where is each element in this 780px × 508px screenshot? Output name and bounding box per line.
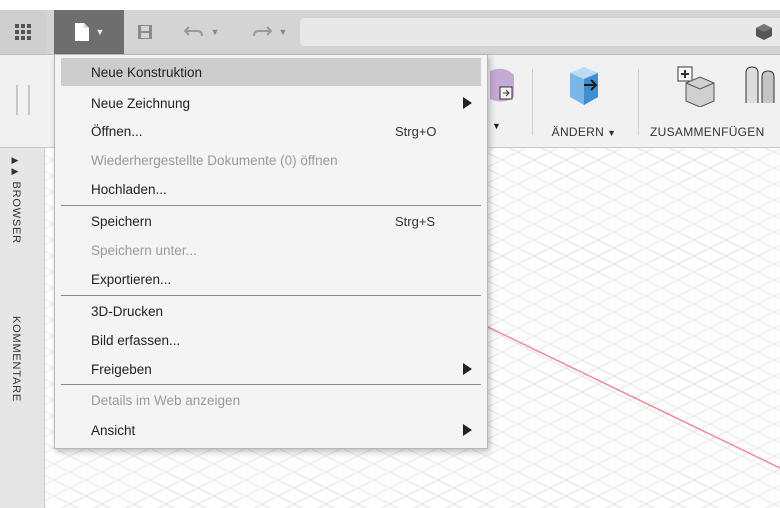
menu-item-export[interactable]: Exportieren... xyxy=(61,265,481,293)
menu-separator xyxy=(61,205,481,206)
menu-item-label: Neue Konstruktion xyxy=(91,64,203,80)
menu-item-shortcut: Strg+O xyxy=(395,123,437,139)
menu-separator xyxy=(61,295,481,296)
menu-separator xyxy=(61,384,481,385)
new-component-icon xyxy=(677,66,715,107)
save-button[interactable] xyxy=(130,10,160,54)
menu-item-open[interactable]: Öffnen... Strg+O xyxy=(61,117,481,145)
quick-access-toolbar: ▼ ▼ ▼ xyxy=(0,10,780,55)
menu-item-view[interactable]: Ansicht xyxy=(61,416,481,444)
menu-item-new-drawing[interactable]: Neue Zeichnung xyxy=(61,89,481,117)
create-form-icon xyxy=(490,68,514,102)
data-panel-cube-button[interactable] xyxy=(748,10,780,54)
submenu-arrow-icon xyxy=(463,363,472,375)
file-menu-dropdown: Neue Konstruktion Neue Zeichnung Öffnen.… xyxy=(54,54,488,449)
menu-item-save-as: Speichern unter... xyxy=(61,236,481,264)
menu-item-label: Ansicht xyxy=(91,422,136,438)
cube-icon xyxy=(756,24,772,40)
chevron-down-icon: ▼ xyxy=(95,27,105,37)
menu-item-label: 3D-Drucken xyxy=(91,303,164,319)
ribbon-grip-handle[interactable] xyxy=(16,85,30,115)
comments-tab[interactable]: KOMMENTARE xyxy=(10,316,22,402)
chevron-down-icon: ▼ xyxy=(492,121,501,131)
file-menu-button[interactable]: ▼ xyxy=(54,10,124,54)
submenu-arrow-icon xyxy=(463,424,472,436)
chevron-down-icon: ▼ xyxy=(607,128,617,138)
chevron-down-icon: ▼ xyxy=(210,27,220,37)
menu-item-label: Exportieren... xyxy=(91,271,172,287)
menu-item-label: Öffnen... xyxy=(91,123,143,139)
menu-item-label: Details im Web anzeigen xyxy=(91,392,241,408)
undo-icon xyxy=(183,26,203,37)
modify-group[interactable]: ÄNDERN ▼ xyxy=(534,55,634,147)
menu-item-view-details-web: Details im Web anzeigen xyxy=(61,386,481,414)
undo-button[interactable]: ▼ xyxy=(170,10,232,54)
menu-item-save[interactable]: Speichern Strg+S xyxy=(61,207,481,235)
menu-item-label: Bild erfassen... xyxy=(91,332,181,348)
data-panel-button[interactable] xyxy=(0,10,46,54)
joint-icon xyxy=(745,66,775,103)
document-tab-area xyxy=(300,18,780,46)
assemble-group[interactable]: ZUSAMMENFÜGEN xyxy=(640,55,780,147)
side-panel: ▶▶ BROWSER KOMMENTARE xyxy=(0,148,45,508)
modify-box-icon xyxy=(570,67,598,105)
assemble-label: ZUSAMMENFÜGEN xyxy=(650,125,765,139)
menu-item-label: Hochladen... xyxy=(91,181,167,197)
redo-icon xyxy=(252,26,272,37)
fusion-window: ▼ ▼ ▼ ▼ ÄNDERN ▼ ZUSAMMENFÜGEN ▶▶ BROWSE… xyxy=(0,0,780,508)
menu-item-shortcut: Strg+S xyxy=(395,213,436,229)
menu-item-share[interactable]: Freigeben xyxy=(61,355,481,383)
submenu-arrow-icon xyxy=(463,97,472,109)
menu-item-upload[interactable]: Hochladen... xyxy=(61,175,481,203)
menu-item-label: Wiederhergestellte Dokumente (0) öffnen xyxy=(91,152,338,168)
menu-item-new-design[interactable]: Neue Konstruktion xyxy=(61,58,481,86)
menu-item-3d-print[interactable]: 3D-Drucken xyxy=(61,297,481,325)
menu-item-label: Speichern xyxy=(91,213,152,229)
save-icon xyxy=(138,25,152,39)
browser-tab[interactable]: ▶▶ BROWSER xyxy=(10,156,22,244)
ribbon-separator xyxy=(638,69,639,135)
file-icon xyxy=(74,23,89,41)
menu-item-recovered-documents: Wiederhergestellte Dokumente (0) öffnen xyxy=(61,146,481,174)
chevron-down-icon: ▼ xyxy=(278,27,288,37)
menu-item-capture-image[interactable]: Bild erfassen... xyxy=(61,326,481,354)
redo-button[interactable]: ▼ xyxy=(240,10,298,54)
grid-icon xyxy=(15,24,31,40)
menu-item-label: Neue Zeichnung xyxy=(91,95,191,111)
expand-arrows-icon: ▶▶ xyxy=(11,156,21,178)
menu-item-label: Freigeben xyxy=(91,361,152,377)
modify-label: ÄNDERN ▼ xyxy=(551,125,617,139)
menu-item-label: Speichern unter... xyxy=(91,242,197,258)
ribbon-separator xyxy=(532,69,533,135)
